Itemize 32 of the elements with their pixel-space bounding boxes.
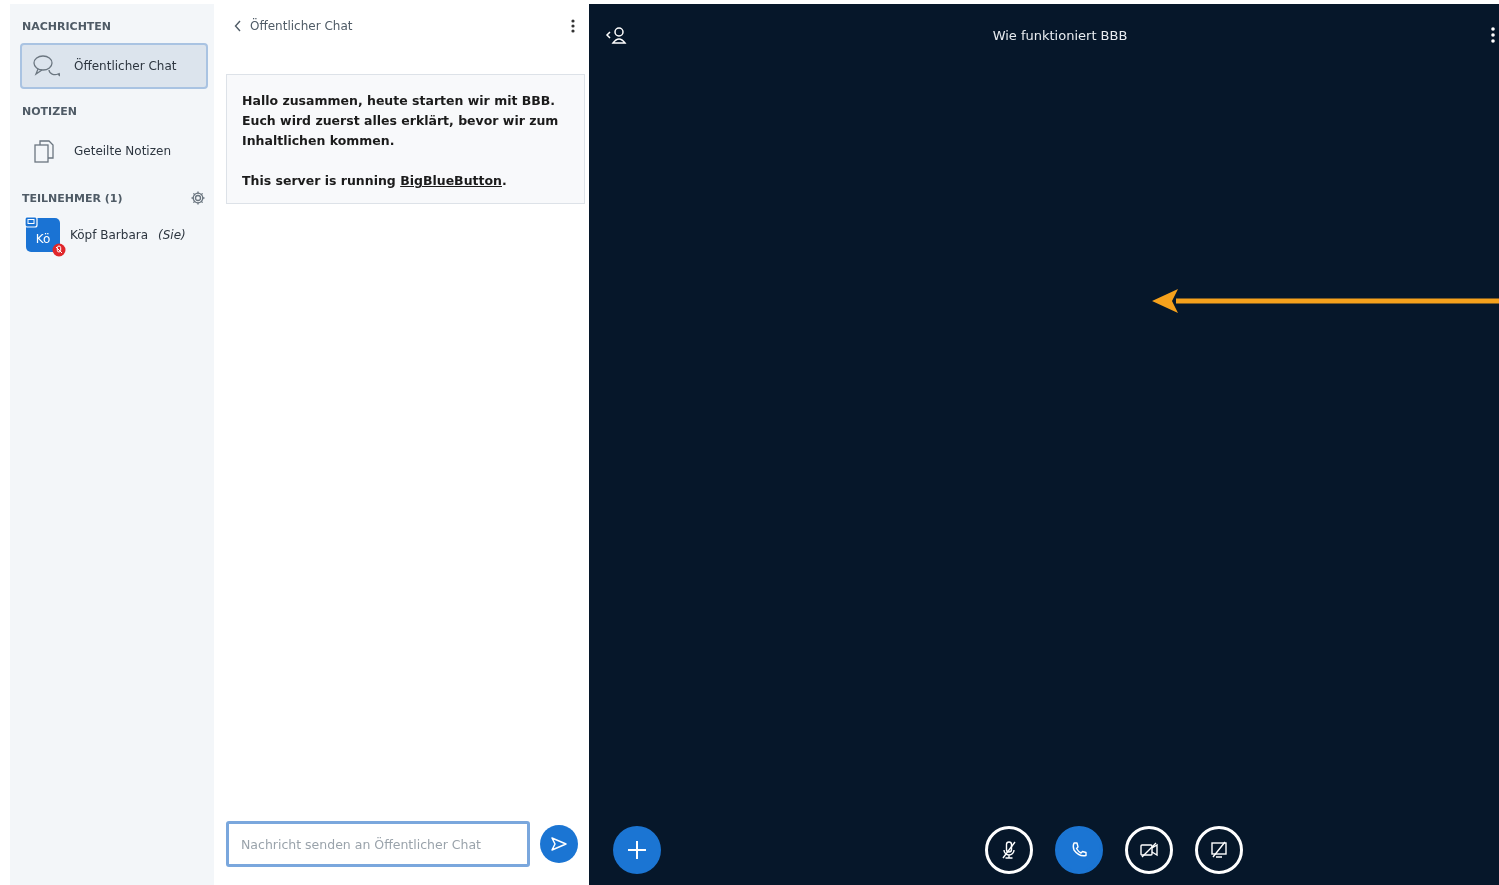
sidebar-item[interactable]: Geteilte Notizen — [20, 128, 208, 174]
participant-name: Köpf Barbara — [70, 228, 149, 242]
presentation-title: Wie funktioniert BBB — [992, 27, 1128, 43]
message-link[interactable]: BigBlueButton — [400, 173, 502, 188]
message-text: Hallo zusammen, heute starten wir mit BBB. Euch wird zuerst alles erklärt, bevor wir zum Inhaltlichen kommen. — [242, 92, 560, 150]
plus-icon — [627, 840, 647, 860]
actions-button[interactable] — [613, 826, 661, 874]
send-button[interactable] — [540, 825, 578, 863]
sidebar-item[interactable]: Öffentlicher Chat — [20, 43, 208, 89]
back-button[interactable]: Öffentlicher Chat — [226, 19, 353, 33]
call-control-button[interactable] — [1055, 826, 1103, 874]
send-icon — [550, 836, 568, 852]
chat-bubbles-icon — [32, 53, 60, 79]
participant-item[interactable]: Kö Köpf Barbara (Sie) — [20, 216, 204, 254]
participant-suffix: (Sie) — [158, 228, 186, 242]
toggle-userlist-button[interactable] — [605, 25, 629, 45]
more-options-button[interactable] — [1491, 27, 1495, 43]
screen-share-off-icon — [1209, 840, 1229, 860]
message-input-field[interactable]: Nachricht senden an Öffentlicher Chat — [226, 821, 530, 867]
avatar-initials: Kö — [35, 232, 51, 246]
kebab-icon — [1491, 27, 1495, 43]
chevron-left-icon — [234, 20, 242, 32]
presenter-icon — [24, 216, 38, 228]
user-chevron-icon — [605, 25, 629, 45]
section-heading: NOTIZEN — [22, 105, 77, 118]
muted-mic-icon — [52, 243, 66, 257]
kebab-icon — [571, 19, 575, 33]
camera-off-icon — [1139, 840, 1159, 860]
section-heading: TEILNEHMER (1) — [22, 191, 123, 205]
settings-icon[interactable] — [190, 190, 206, 206]
message-text: This server is running BigBlueButton. — [242, 172, 508, 190]
section-heading: NACHRICHTEN — [22, 20, 112, 33]
